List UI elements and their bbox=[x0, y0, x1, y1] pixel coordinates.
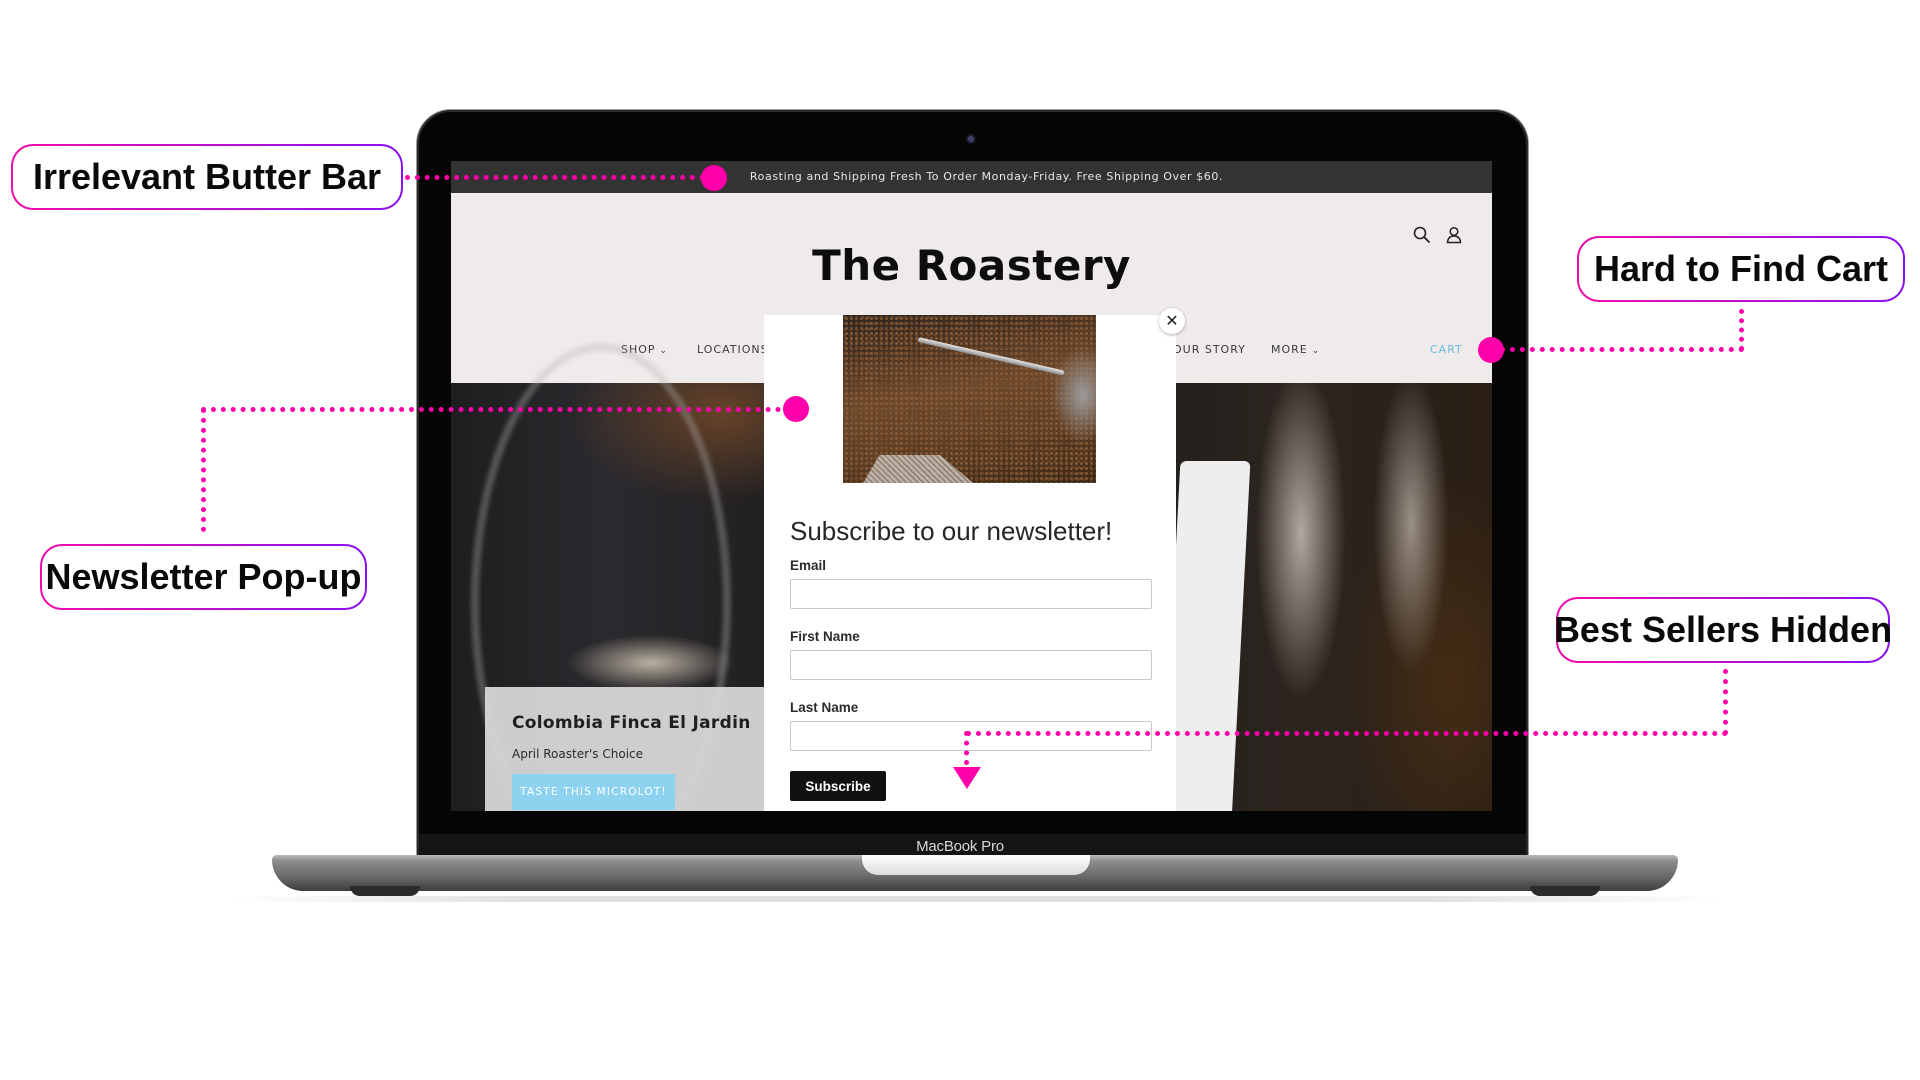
laptop-notch bbox=[862, 855, 1090, 875]
roaster-arm bbox=[917, 337, 1065, 376]
nav-item-locations[interactable]: LOCATIONS bbox=[697, 343, 769, 356]
connector-line bbox=[966, 731, 1728, 736]
last-name-field[interactable] bbox=[790, 721, 1152, 751]
callout-label: Best Sellers Hidden bbox=[1554, 599, 1892, 661]
callout-newsletter-popup: Newsletter Pop-up bbox=[40, 544, 367, 610]
roaster-screen bbox=[863, 455, 973, 483]
connector-line bbox=[1723, 669, 1728, 735]
callout-label: Hard to Find Cart bbox=[1579, 238, 1903, 300]
connector-line bbox=[964, 731, 969, 765]
connector-line bbox=[1739, 309, 1744, 351]
search-icon[interactable] bbox=[1412, 225, 1432, 245]
nav-item-our-story[interactable]: OUR STORY bbox=[1173, 343, 1246, 356]
callout-butter-bar: Irrelevant Butter Bar bbox=[11, 144, 403, 210]
callout-label: Irrelevant Butter Bar bbox=[13, 146, 401, 208]
header-icons bbox=[1412, 225, 1464, 245]
callout-label: Newsletter Pop-up bbox=[42, 546, 365, 608]
first-name-label: First Name bbox=[790, 629, 860, 644]
laptop-foot-left bbox=[350, 886, 420, 896]
laptop-screen: Roasting and Shipping Fresh To Order Mon… bbox=[451, 161, 1492, 811]
camera-icon bbox=[968, 136, 974, 142]
newsletter-popup: ✕ Subscribe to our newsletter! Email Fir… bbox=[764, 308, 1185, 811]
popup-close-button[interactable]: ✕ bbox=[1159, 308, 1185, 334]
nav-item-more[interactable]: MORE ⌄ bbox=[1271, 343, 1320, 356]
nav-label: OUR STORY bbox=[1173, 343, 1246, 356]
email-field[interactable] bbox=[790, 579, 1152, 609]
connector-line bbox=[405, 175, 705, 180]
popup-heading: Subscribe to our newsletter! bbox=[790, 516, 1113, 546]
device-label: MacBook Pro bbox=[916, 838, 1004, 855]
nav-label: LOCATIONS bbox=[697, 343, 769, 356]
pin-marker bbox=[701, 165, 727, 191]
connector-line bbox=[201, 407, 791, 412]
nav-label: MORE bbox=[1271, 343, 1308, 356]
arrow-down-icon bbox=[953, 767, 981, 789]
hero-subtitle: April Roaster's Choice bbox=[512, 747, 644, 761]
popup-image-coffee-roaster bbox=[843, 315, 1096, 483]
connector-line bbox=[201, 408, 206, 532]
last-name-label: Last Name bbox=[790, 700, 859, 715]
hero-cta-button[interactable]: TASTE THIS MICROLOT! bbox=[512, 774, 675, 810]
chevron-down-icon: ⌄ bbox=[1311, 346, 1321, 356]
callout-best-sellers: Best Sellers Hidden bbox=[1554, 597, 1892, 663]
chevron-down-icon: ⌄ bbox=[659, 346, 669, 356]
subscribe-button[interactable]: Subscribe bbox=[790, 771, 886, 801]
pin-marker bbox=[1478, 337, 1504, 363]
laptop-foot-right bbox=[1530, 886, 1600, 896]
nav-cart-link[interactable]: CART bbox=[1430, 343, 1463, 356]
account-icon[interactable] bbox=[1444, 225, 1464, 245]
first-name-field[interactable] bbox=[790, 650, 1152, 680]
email-label: Email bbox=[790, 558, 827, 573]
callout-cart: Hard to Find Cart bbox=[1577, 236, 1905, 302]
site-logo[interactable]: The Roastery bbox=[451, 241, 1492, 290]
pin-marker bbox=[783, 396, 809, 422]
connector-line bbox=[1500, 347, 1744, 352]
floor-shadow bbox=[230, 896, 1720, 902]
hero-title: Colombia Finca El Jardin bbox=[512, 713, 751, 733]
